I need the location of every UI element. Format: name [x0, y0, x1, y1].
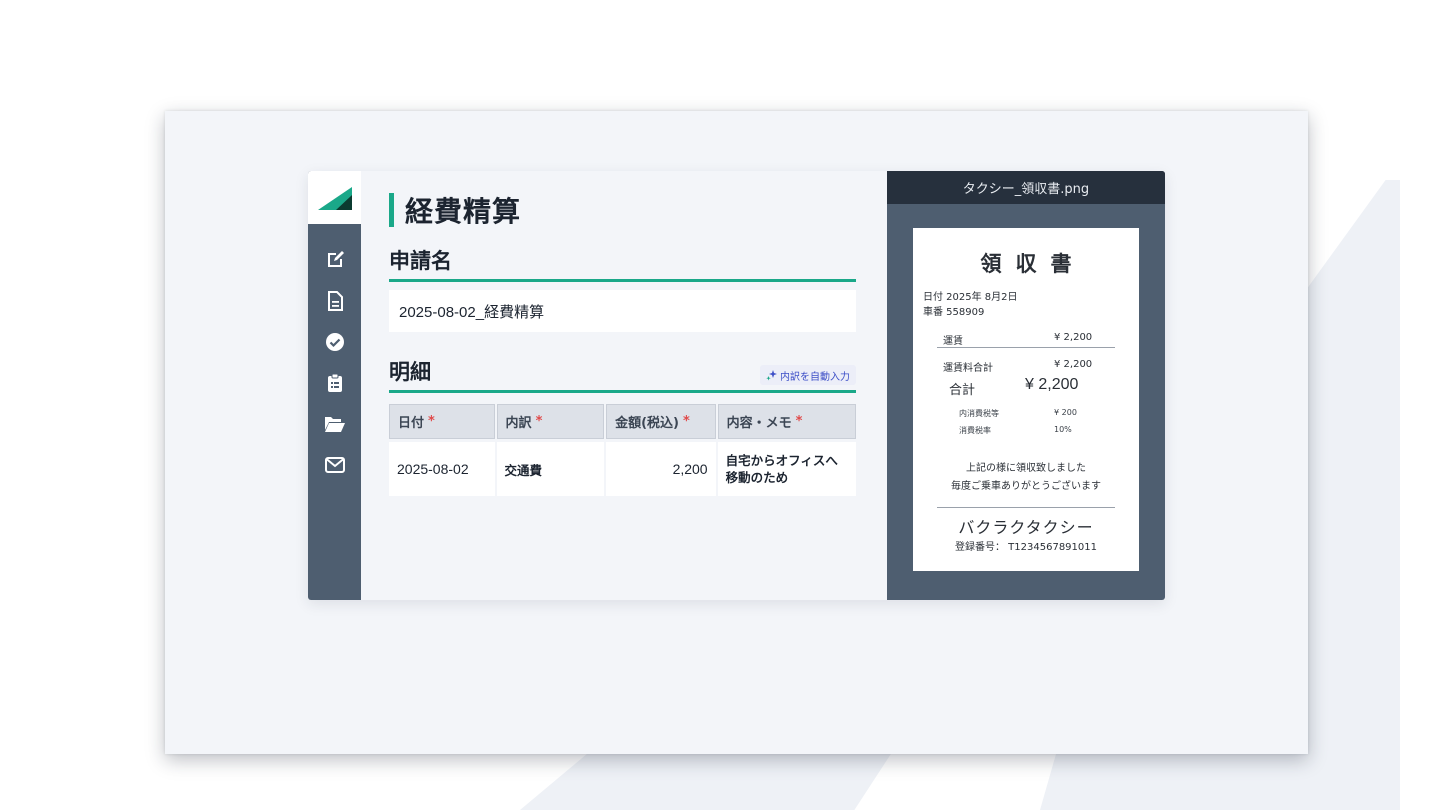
auto-fill-label: 内訳を自動入力 — [780, 371, 850, 383]
receipt-message: 毎度ご乗車ありがとうございます — [951, 481, 1101, 492]
edit-icon — [327, 250, 344, 267]
nav-item-mail[interactable] — [308, 444, 361, 485]
required-mark: * — [428, 414, 435, 429]
clipboard-list-icon — [327, 373, 342, 392]
receipt-divider — [937, 347, 1115, 348]
folder-open-icon — [324, 416, 345, 432]
receipt-date: 日付 2025年 8月2日 — [923, 292, 1018, 303]
receipt-fare-label: 運賃 — [943, 336, 963, 347]
receipt-message: 上記の様に領収致しました — [966, 463, 1086, 474]
request-name-input[interactable] — [389, 290, 856, 332]
page-title: 経費精算 — [389, 193, 522, 228]
details-section: 明細 内訳を自動入力 — [389, 356, 856, 393]
title-accent-bar — [389, 193, 394, 227]
details-label: 明細 — [389, 360, 431, 384]
app-window: 経費精算 申請名 明細 内訳を自動入力 日付* — [308, 171, 1165, 600]
page-title-text: 経費精算 — [405, 195, 522, 228]
receipt-fare-total-value: ¥ 2,200 — [1054, 359, 1093, 370]
nav-item-edit[interactable] — [308, 239, 361, 280]
column-header-memo: 内容・メモ * — [717, 404, 856, 439]
receipt-total-value: ¥ 2,200 — [1025, 376, 1079, 393]
receipt-company: バクラクタクシー — [958, 518, 1094, 537]
cell-date[interactable]: 2025-08-02 — [389, 442, 495, 496]
receipt-fare-value: ¥ 2,200 — [1054, 332, 1093, 343]
receipt-image: 領収書 日付 2025年 8月2日 車番 558909 運賃 ¥ 2,200 運… — [913, 228, 1139, 571]
document-icon — [327, 290, 343, 311]
receipt-tax-value: ¥ 200 — [1054, 408, 1077, 417]
cell-memo[interactable]: 自宅からオフィスへ移動のため — [717, 442, 856, 496]
sidebar — [308, 171, 361, 600]
screenshot-frame: 経費精算 申請名 明細 内訳を自動入力 日付* — [165, 111, 1308, 754]
receipt-title: 領収書 — [980, 251, 1086, 276]
receipt-car-number: 車番 558909 — [923, 307, 985, 318]
mail-icon — [324, 456, 345, 473]
auto-fill-button[interactable]: 内訳を自動入力 — [760, 365, 856, 385]
receipt-preview-panel: タクシー_領収書.png 領収書 日付 2025年 8月2日 車番 558909… — [887, 171, 1165, 600]
main-panel: 経費精算 申請名 明細 内訳を自動入力 日付* — [361, 171, 887, 600]
column-header-category: 内訳 * — [496, 404, 605, 439]
request-name-label: 申請名 — [389, 249, 452, 273]
receipt-fare-total-label: 運賃料合計 — [943, 363, 993, 374]
column-header-amount: 金額(税込) * — [606, 404, 716, 439]
receipt-total-label: 合計 — [949, 383, 976, 398]
column-header-date: 日付 * — [389, 404, 495, 439]
receipt-tax-rate-label: 消費税率 — [959, 426, 991, 435]
sidebar-nav — [308, 224, 361, 485]
nav-item-approval[interactable] — [308, 321, 361, 362]
receipt-divider — [937, 507, 1115, 508]
cell-amount[interactable]: 2,200 — [606, 442, 716, 496]
sparkle-icon — [766, 369, 777, 380]
table-header: 日付 * 内訳 * 金額(税込) * 内容・メモ * — [389, 404, 856, 439]
receipt-tax-rate-value: 10% — [1054, 425, 1072, 434]
brand-logo[interactable] — [308, 171, 361, 224]
details-table: 日付 * 内訳 * 金額(税込) * 内容・メモ * 2025-08-02 交通費 2 — [389, 404, 856, 496]
nav-item-folder[interactable] — [308, 403, 361, 444]
check-circle-icon — [325, 332, 344, 351]
preview-filename: タクシー_領収書.png — [887, 171, 1165, 204]
required-mark: * — [682, 414, 690, 429]
table-row: 2025-08-02 交通費 2,200 自宅からオフィスへ移動のため — [389, 442, 856, 496]
cell-category[interactable]: 交通費 — [496, 442, 605, 496]
receipt-tax-label: 内消費税等 — [959, 409, 999, 418]
nav-item-tasks[interactable] — [308, 362, 361, 403]
request-name-section: 申請名 — [389, 245, 856, 282]
required-mark: * — [535, 414, 543, 429]
required-mark: * — [795, 414, 803, 429]
receipt-registration: 登録番号： T1234567891011 — [955, 542, 1097, 553]
nav-item-document[interactable] — [308, 280, 361, 321]
